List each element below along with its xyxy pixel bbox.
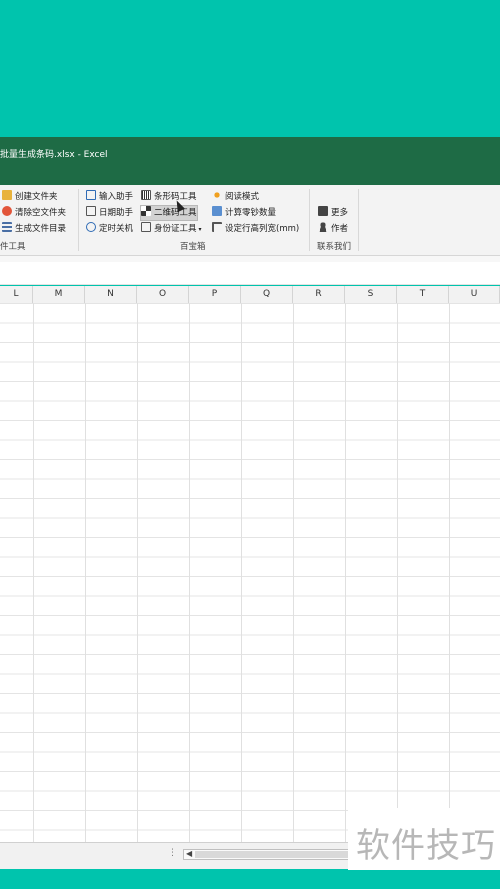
create-folder-label: 创建文件夹 xyxy=(15,192,58,202)
grid-column-line xyxy=(449,303,450,842)
input-assistant-button[interactable]: 输入助手 xyxy=(86,190,133,204)
grid-column-line xyxy=(397,303,398,842)
id-card-icon xyxy=(141,222,151,232)
file-tools-group-label: 件工具 xyxy=(0,242,26,252)
cash-icon xyxy=(212,206,222,216)
clock-icon xyxy=(86,222,96,232)
column-header-U[interactable]: U xyxy=(449,286,500,303)
grid-column-line xyxy=(241,303,242,842)
column-header-P[interactable]: P xyxy=(189,286,241,303)
qrcode-tool-label: 二维码工具 xyxy=(154,208,197,218)
title-bar: 批量生成条码.xlsx - Excel xyxy=(0,137,500,185)
cell-grid[interactable] xyxy=(0,303,500,842)
chevron-down-icon[interactable]: ▾ xyxy=(199,226,202,233)
grid-column-line xyxy=(33,303,34,842)
group-divider xyxy=(78,189,79,251)
treasure-box-group-label: 百宝箱 xyxy=(180,242,206,252)
input-assistant-label: 输入助手 xyxy=(99,192,134,202)
grid-column-line xyxy=(189,303,190,842)
count-change-button[interactable]: 计算零钞数量 xyxy=(212,206,276,220)
author-button[interactable]: 作者 xyxy=(318,222,348,236)
bottom-background xyxy=(0,869,500,889)
timed-shutdown-button[interactable]: 定时关机 xyxy=(86,222,133,236)
watermark-text: 软件技巧 xyxy=(356,826,496,866)
id-card-tool-label: 身份证工具 xyxy=(154,224,197,234)
qrcode-icon xyxy=(141,206,151,216)
contact-group-label: 联系我们 xyxy=(317,242,352,252)
grid-column-line xyxy=(137,303,138,842)
person-icon xyxy=(318,222,328,232)
column-header-row: L M N O P Q R S T U xyxy=(0,286,500,304)
scrollbar-thumb[interactable] xyxy=(195,851,365,858)
author-label: 作者 xyxy=(331,224,349,234)
reading-mode-button[interactable]: 阅读模式 xyxy=(212,190,259,204)
qrcode-tool-button[interactable]: 二维码工具 xyxy=(140,205,198,221)
column-header-R[interactable]: R xyxy=(293,286,345,303)
calendar-icon xyxy=(86,206,96,216)
scroll-left-icon[interactable]: ◀ xyxy=(186,849,192,858)
sun-icon xyxy=(212,190,222,200)
grid-column-line xyxy=(345,303,346,842)
column-header-O[interactable]: O xyxy=(137,286,189,303)
input-assist-icon xyxy=(86,190,96,200)
generate-file-list-button[interactable]: 生成文件目录 xyxy=(2,222,66,236)
more-label: 更多 xyxy=(331,208,349,218)
column-header-S[interactable]: S xyxy=(345,286,397,303)
create-folder-button[interactable]: 创建文件夹 xyxy=(2,190,58,204)
briefcase-icon xyxy=(318,206,328,216)
grid-column-line xyxy=(293,303,294,842)
splitter-handle-icon[interactable]: ⋮ xyxy=(168,848,177,858)
ribbon: 创建文件夹 清除空文件夹 生成文件目录 件工具 输入助手 日期助手 定时关机 条… xyxy=(0,185,500,256)
column-header-L[interactable]: L xyxy=(0,286,33,303)
clear-empty-folders-label: 清除空文件夹 xyxy=(15,208,67,218)
column-header-N[interactable]: N xyxy=(85,286,137,303)
barcode-icon xyxy=(141,190,151,200)
group-divider xyxy=(358,189,359,251)
set-row-height-label: 设定行高列宽(mm) xyxy=(225,224,300,234)
barcode-tool-button[interactable]: 条形码工具 xyxy=(141,190,197,204)
grid-column-line xyxy=(85,303,86,842)
id-card-tool-button[interactable]: 身份证工具 ▾ xyxy=(141,222,202,236)
formula-bar[interactable] xyxy=(0,262,500,285)
watermark: 软件技巧 xyxy=(348,808,500,870)
folder-clear-icon xyxy=(2,206,12,216)
column-header-T[interactable]: T xyxy=(397,286,449,303)
folder-create-icon xyxy=(2,190,12,200)
more-button[interactable]: 更多 xyxy=(318,206,348,220)
list-icon xyxy=(2,222,12,232)
date-assistant-label: 日期助手 xyxy=(99,208,134,218)
group-divider xyxy=(309,189,310,251)
clear-empty-folders-button[interactable]: 清除空文件夹 xyxy=(2,206,66,220)
generate-file-list-label: 生成文件目录 xyxy=(15,224,67,234)
column-header-Q[interactable]: Q xyxy=(241,286,293,303)
timed-shutdown-label: 定时关机 xyxy=(99,224,134,234)
window-title: 批量生成条码.xlsx - Excel xyxy=(0,150,108,160)
top-background xyxy=(0,0,500,137)
set-row-height-button[interactable]: 设定行高列宽(mm) xyxy=(212,222,299,236)
reading-mode-label: 阅读模式 xyxy=(225,192,260,202)
column-header-M[interactable]: M xyxy=(33,286,85,303)
date-assistant-button[interactable]: 日期助手 xyxy=(86,206,133,220)
row-height-icon xyxy=(212,222,222,232)
count-change-label: 计算零钞数量 xyxy=(225,208,277,218)
